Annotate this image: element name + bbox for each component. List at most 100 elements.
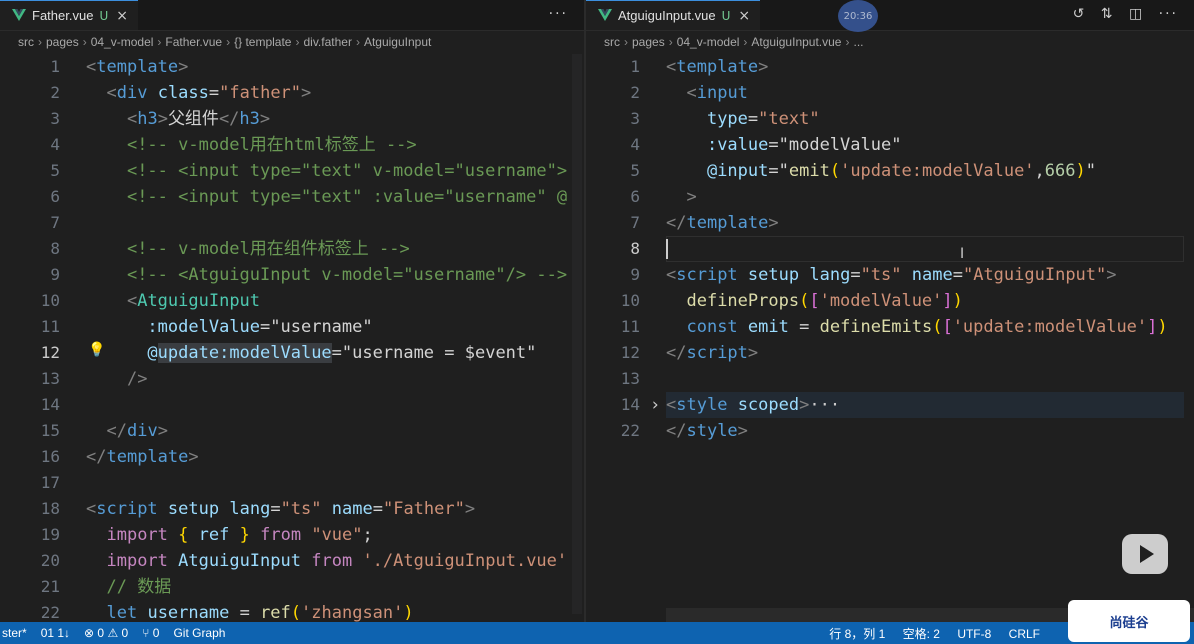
line-number[interactable]: 4 bbox=[0, 132, 60, 158]
line-number[interactable]: 12 bbox=[0, 340, 60, 366]
line-number[interactable]: 6 bbox=[586, 184, 640, 210]
code-line[interactable]: 2 <div class="father"> bbox=[0, 80, 584, 106]
sync-status[interactable]: 01 1↓ bbox=[41, 626, 70, 640]
code-line[interactable]: 5 @input="emit('update:modelValue',666)" bbox=[586, 158, 1194, 184]
line-number[interactable]: 17 bbox=[0, 470, 60, 496]
line-number[interactable]: 1 bbox=[0, 54, 60, 80]
code-line[interactable]: 9 <script setup lang="ts" name="AtguiguIn… bbox=[586, 262, 1194, 288]
breadcrumb-item[interactable]: AtguiguInput bbox=[364, 35, 431, 49]
play-icon[interactable] bbox=[1122, 534, 1168, 574]
close-icon[interactable]: × bbox=[738, 8, 750, 24]
code-line[interactable]: 14 <style scoped>··· › bbox=[586, 392, 1194, 418]
line-number[interactable]: 14 bbox=[586, 392, 640, 418]
lightbulb-icon[interactable]: 💡 bbox=[88, 342, 105, 358]
line-number[interactable]: 10 bbox=[0, 288, 60, 314]
line-number[interactable]: 3 bbox=[0, 106, 60, 132]
line-number[interactable]: 19 bbox=[0, 522, 60, 548]
code-line[interactable]: 5 <!-- <input type="text" v-model="usern… bbox=[0, 158, 584, 184]
line-number[interactable]: 18 bbox=[0, 496, 60, 522]
line-number[interactable]: 3 bbox=[586, 106, 640, 132]
tab-atguiguinput-vue[interactable]: AtguiguInput.vue U × bbox=[586, 0, 761, 30]
indentation[interactable]: 空格: 2 bbox=[903, 627, 940, 641]
code-line[interactable]: 15 </div> bbox=[0, 418, 584, 444]
breadcrumb-item[interactable]: src bbox=[18, 35, 34, 49]
code-line[interactable]: 10 defineProps(['modelValue']) bbox=[586, 288, 1194, 314]
line-number[interactable]: 21 bbox=[0, 574, 60, 600]
line-number[interactable]: 13 bbox=[0, 366, 60, 392]
line-number[interactable]: 1 bbox=[586, 54, 640, 80]
line-number[interactable]: 14 bbox=[0, 392, 60, 418]
code-line[interactable]: 8 <!-- v-model用在组件标签上 --> bbox=[0, 236, 584, 262]
code-line[interactable]: 7 bbox=[0, 210, 584, 236]
git-graph-button[interactable]: Git Graph bbox=[173, 626, 225, 640]
line-number[interactable]: 6 bbox=[0, 184, 60, 210]
line-number[interactable]: 22 bbox=[586, 418, 640, 444]
tab-father-vue[interactable]: Father.vue U × bbox=[0, 0, 138, 30]
more-actions-icon[interactable]: ··· bbox=[1159, 6, 1178, 22]
code-line[interactable]: 8 bbox=[586, 236, 1194, 262]
code-line[interactable]: 20 import AtguiguInput from './AtguiguIn… bbox=[0, 548, 584, 574]
code-editor[interactable]: 1 <template> 2 <div class="father"> 3 <h3>父… bbox=[0, 54, 584, 622]
code-line[interactable]: 22 </style> bbox=[586, 418, 1194, 444]
line-number[interactable]: 13 bbox=[586, 366, 640, 392]
code-line[interactable]: 3 <h3>父组件</h3> bbox=[0, 106, 584, 132]
line-number[interactable]: 8 bbox=[586, 236, 640, 262]
code-line[interactable]: 18 <script setup lang="ts" name="Father"> bbox=[0, 496, 584, 522]
line-number[interactable]: 16 bbox=[0, 444, 60, 470]
line-number[interactable]: 22 bbox=[0, 600, 60, 622]
code-line[interactable]: 13 bbox=[586, 366, 1194, 392]
line-number[interactable]: 2 bbox=[586, 80, 640, 106]
line-number[interactable]: 15 bbox=[0, 418, 60, 444]
line-number[interactable]: 9 bbox=[586, 262, 640, 288]
compare-changes-icon[interactable]: ⇅ bbox=[1101, 6, 1115, 22]
line-ending[interactable]: CRLF bbox=[1009, 627, 1040, 641]
breadcrumb-item[interactable]: ... bbox=[853, 35, 863, 49]
breadcrumb-item[interactable]: pages bbox=[632, 35, 665, 49]
problems-indicator[interactable]: ⊗ 0 ⚠ 0 bbox=[84, 626, 128, 640]
breadcrumb-item[interactable]: Father.vue bbox=[165, 35, 222, 49]
line-number[interactable]: 7 bbox=[586, 210, 640, 236]
ports-indicator[interactable]: ⑂ 0 bbox=[142, 626, 159, 640]
more-actions-icon[interactable]: ··· bbox=[549, 6, 568, 22]
code-line[interactable]: 9 <!-- <AtguiguInput v-model="username"/… bbox=[0, 262, 584, 288]
encoding[interactable]: UTF-8 bbox=[957, 627, 991, 641]
code-line[interactable]: 10 <AtguiguInput bbox=[0, 288, 584, 314]
breadcrumb-item[interactable]: 04_v-model bbox=[91, 35, 154, 49]
code-line[interactable]: 1 <template> bbox=[586, 54, 1194, 80]
line-number[interactable]: 11 bbox=[0, 314, 60, 340]
code-line[interactable]: 2 <input bbox=[586, 80, 1194, 106]
code-line[interactable]: 1 <template> bbox=[0, 54, 584, 80]
line-number[interactable]: 5 bbox=[0, 158, 60, 184]
breadcrumb-item[interactable]: src bbox=[604, 35, 620, 49]
line-number[interactable]: 10 bbox=[586, 288, 640, 314]
code-line[interactable]: 11 :modelValue="username" bbox=[0, 314, 584, 340]
split-editor-icon[interactable]: ◫ bbox=[1129, 6, 1144, 22]
code-line[interactable]: 11 const emit = defineEmits(['update:mod… bbox=[586, 314, 1194, 340]
breadcrumb-item[interactable]: pages bbox=[46, 35, 79, 49]
line-number[interactable]: 9 bbox=[0, 262, 60, 288]
code-line[interactable]: 14 bbox=[0, 392, 584, 418]
code-line[interactable]: 13 /> bbox=[0, 366, 584, 392]
close-icon[interactable]: × bbox=[116, 8, 128, 24]
line-number[interactable]: 4 bbox=[586, 132, 640, 158]
code-line[interactable]: 12 </script> bbox=[586, 340, 1194, 366]
code-line[interactable]: 16 </template> bbox=[0, 444, 584, 470]
code-line[interactable]: 22 let username = ref('zhangsan') bbox=[0, 600, 584, 622]
code-editor[interactable]: 1 <template> 2 <input 3 type="text" 4 :value… bbox=[586, 54, 1194, 622]
scrollbar[interactable] bbox=[572, 54, 582, 614]
code-line[interactable]: 21 // 数据 bbox=[0, 574, 584, 600]
line-number[interactable]: 11 bbox=[586, 314, 640, 340]
fold-chevron-icon[interactable]: › bbox=[650, 392, 660, 418]
line-number[interactable]: 20 bbox=[0, 548, 60, 574]
code-line[interactable]: 17 bbox=[0, 470, 584, 496]
branch-indicator[interactable]: ster* bbox=[2, 626, 27, 640]
breadcrumb-item[interactable]: AtguiguInput.vue bbox=[751, 35, 841, 49]
code-line[interactable]: 4 <!-- v-model用在html标签上 --> bbox=[0, 132, 584, 158]
breadcrumb-item[interactable]: div.father bbox=[303, 35, 351, 49]
line-number[interactable]: 12 bbox=[586, 340, 640, 366]
code-line[interactable]: 19 import { ref } from "vue"; bbox=[0, 522, 584, 548]
code-line[interactable]: 6 <!-- <input type="text" :value="userna… bbox=[0, 184, 584, 210]
line-number[interactable]: 8 bbox=[0, 236, 60, 262]
code-line[interactable]: 4 :value="modelValue" bbox=[586, 132, 1194, 158]
cursor-position[interactable]: 行 8，列 1 bbox=[829, 627, 885, 641]
